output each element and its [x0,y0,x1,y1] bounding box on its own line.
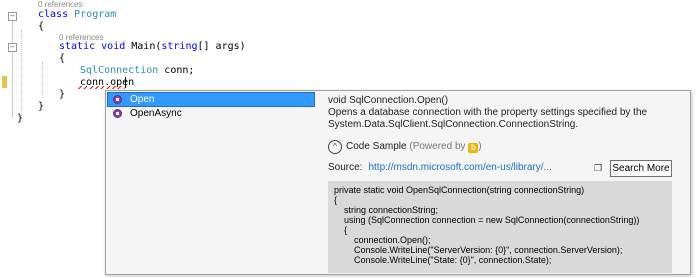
code-sample-line: { [334,225,348,235]
method-icon [113,95,122,104]
code-sample-block: private static void OpenSqlConnection(st… [328,181,672,273]
completion-list[interactable]: Open OpenAsync [106,91,316,274]
code-line-brace: } [59,89,66,100]
code-line-class: class Program [38,9,116,20]
class-name: Program [68,9,117,20]
code-sample-text: private static void OpenSqlConnection(st… [328,181,672,265]
source-row: Source: http://msdn.microsoft.com/en-us/l… [328,162,552,173]
code-sample-line: private static void OpenSqlConnection(st… [334,185,585,195]
completion-item-open[interactable]: Open [107,92,315,107]
copy-icon[interactable]: ❐ [594,163,605,173]
collapse-class-toggle[interactable]: − [8,12,17,21]
code-editor[interactable]: − − 0 references class Program { 0 refer… [0,0,700,278]
code-line-brace: { [38,21,45,32]
method-description: Opens a database connection with the pro… [328,107,648,130]
intellisense-popup: Open OpenAsync void SqlConnection.Open()… [105,90,691,275]
code-line-brace: { [59,53,66,64]
keyword-void: void [101,41,126,52]
text-caret [125,77,126,88]
method-params: [] args) [197,41,246,52]
code-sample-line: string connectionString; [334,205,439,215]
indent-guide [21,30,22,118]
keyword-class: class [38,9,69,20]
method-name: Main( [125,41,162,52]
keyword-string: string [161,41,198,52]
source-link[interactable]: http://msdn.microsoft.com/en-us/library/… [368,162,551,173]
code-sample-line: using (SqlConnection connection = new Sq… [334,215,640,225]
type-sqlconnection: SqlConnection [80,65,159,76]
powered-by-close: ) [478,141,482,152]
change-marker [2,76,7,88]
fold-guide-method [12,52,13,98]
chevron-up-icon[interactable]: ^ [328,140,342,154]
powered-by-label: (Powered by [409,141,466,152]
code-line-brace: } [17,113,24,124]
bing-icon: b [468,143,479,153]
completion-item-openasync[interactable]: OpenAsync [108,107,314,120]
code-sample-title: Code Sample [346,141,407,152]
code-sample-line: connection.Open(); [334,235,431,245]
code-sample-line: { [334,195,338,205]
collapse-method-toggle[interactable]: − [8,43,17,52]
method-signature: void SqlConnection.Open() [328,95,449,106]
indent-guide [42,62,43,98]
code-sample-header[interactable]: ^ Code Sample (Powered by b) [328,140,628,156]
completion-item-label: Open [130,94,155,105]
code-line-main: static void Main(string[] args) [59,41,246,52]
code-line-declaration: SqlConnection conn; [80,65,194,76]
completion-item-label: OpenAsync [130,108,182,119]
source-label: Source: [328,162,363,173]
codelens-references[interactable]: 0 references [38,0,82,9]
variable-decl: conn; [158,65,195,76]
keyword-static: static [59,41,96,52]
code-sample-line: Console.WriteLine("State: {0}", connecti… [334,255,552,265]
search-more-button[interactable]: Search More [610,160,672,177]
error-squiggle [78,86,126,89]
code-line-brace: } [38,101,45,112]
code-sample-line: Console.WriteLine("ServerVersion: {0}", … [334,245,623,255]
method-icon [113,109,122,118]
